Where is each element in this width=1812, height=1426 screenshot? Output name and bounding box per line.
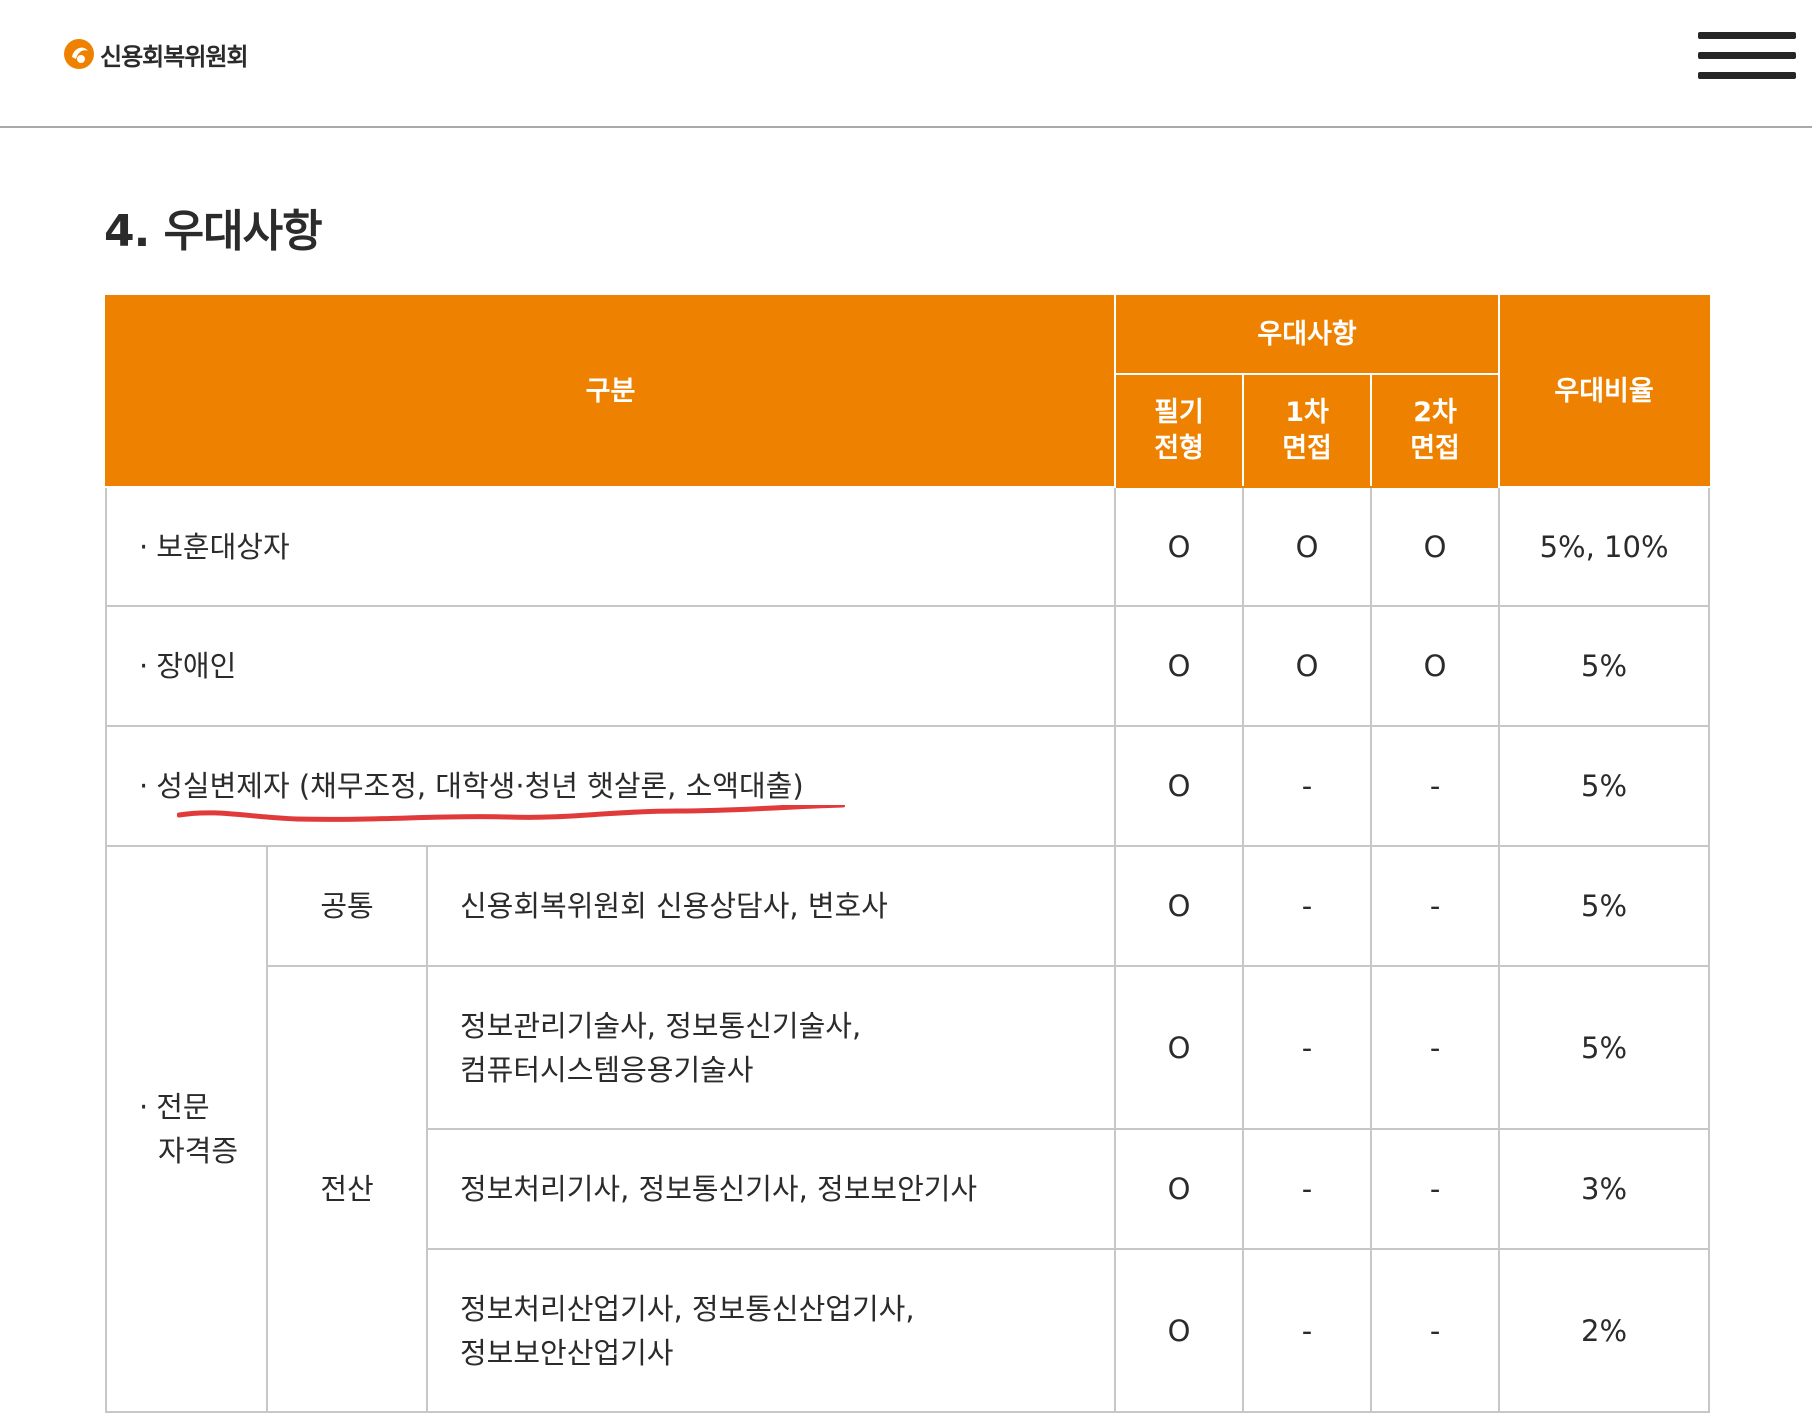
cert-item: 정보관리기술사, 정보통신기술사, 컴퓨터시스템응용기술사 — [425, 965, 1117, 1130]
cell-interview2: - — [1370, 1248, 1501, 1413]
cell-interview1: - — [1242, 1248, 1373, 1413]
cert-category-line1: 전문 — [156, 1090, 210, 1124]
cell-rate: 5% — [1498, 605, 1711, 727]
table-row: · 장애인 O O O 5% — [104, 605, 1711, 727]
site-logo[interactable]: 신용회복위원회 — [62, 34, 249, 74]
cell-rate: 5%, 10% — [1498, 486, 1711, 607]
top-header: 신용회복위원회 — [0, 0, 1812, 128]
header-written-line1: 필기 — [1154, 396, 1204, 428]
cell-written: O — [1114, 1248, 1245, 1413]
header-interview2-line1: 2차 — [1413, 396, 1457, 428]
header-written-line2: 전형 — [1154, 432, 1204, 464]
cell-rate: 5% — [1498, 845, 1711, 967]
bullet: · — [139, 769, 149, 803]
bullet: · — [139, 649, 149, 683]
cell-interview2: - — [1370, 1128, 1501, 1250]
cell-interview1: - — [1242, 965, 1373, 1130]
cert-item: 신용회복위원회 신용상담사, 변호사 — [425, 845, 1117, 967]
cell-rate: 2% — [1498, 1248, 1711, 1413]
cert-category-line2: 자격증 — [158, 1134, 239, 1168]
cell-written: O — [1114, 725, 1245, 847]
cell-interview1: O — [1242, 605, 1373, 727]
logo-text: 신용회복위원회 — [100, 42, 249, 71]
header-rate: 우대비율 — [1498, 295, 1711, 488]
table-row: · 전문 자격증 공통 신용회복위원회 신용상담사, 변호사 O - - 5% — [105, 845, 1711, 1413]
cell-interview2: - — [1370, 845, 1501, 967]
header-category: 구분 — [104, 295, 1117, 488]
cell-written: O — [1114, 1128, 1245, 1250]
cell-written: O — [1114, 605, 1245, 727]
cert-item-line2: 정보보안산업기사 — [460, 1335, 674, 1370]
cert-group-common: 공통 — [266, 845, 428, 967]
header-written: 필기 전형 — [1114, 373, 1245, 488]
cell-written: O — [1114, 845, 1245, 967]
cert-item: 정보처리기사, 정보통신기사, 정보보안기사 — [425, 1128, 1117, 1250]
header-interview1: 1차 면접 — [1242, 373, 1373, 488]
hamburger-menu-icon[interactable] — [1696, 30, 1800, 82]
row-category-text: 장애인 — [156, 649, 237, 683]
table-row: · 성실변제자 (채무조정, 대학생·청년 햇살론, 소액대출) O - - 5% — [104, 725, 1711, 847]
header-interview2-line2: 면접 — [1410, 432, 1460, 464]
cert-item-line2: 컴퓨터시스템응용기술사 — [460, 1052, 754, 1087]
bullet: · — [139, 1090, 149, 1124]
bullet: · — [139, 529, 149, 564]
logo-mark-icon — [64, 39, 94, 69]
cell-rate: 3% — [1498, 1128, 1711, 1250]
cell-interview2: - — [1370, 965, 1501, 1130]
section-title: 4. 우대사항 — [104, 206, 323, 257]
cell-interview1: O — [1242, 486, 1373, 607]
table-row: · 보훈대상자 O O O 5%, 10% — [104, 486, 1711, 607]
row-category: · 보훈대상자 — [104, 486, 1117, 607]
row-category-text: 성실변제자 (채무조정, 대학생·청년 햇살론, 소액대출) — [156, 769, 804, 803]
header-benefit-group: 우대사항 — [1114, 295, 1501, 375]
cell-rate: 5% — [1498, 965, 1711, 1130]
cell-interview1: - — [1242, 1128, 1373, 1250]
header-interview1-line2: 면접 — [1282, 432, 1332, 464]
cell-rate: 5% — [1498, 725, 1711, 847]
cell-interview2: - — [1370, 725, 1501, 847]
cell-interview2: O — [1370, 605, 1501, 727]
cert-item-line1: 정보처리산업기사, 정보통신산업기사, — [460, 1291, 915, 1326]
cert-item: 정보처리산업기사, 정보통신산업기사, 정보보안산업기사 — [425, 1248, 1117, 1413]
header-interview1-line1: 1차 — [1285, 396, 1329, 428]
cell-interview2: O — [1370, 486, 1501, 607]
row-category: · 성실변제자 (채무조정, 대학생·청년 햇살론, 소액대출) — [104, 725, 1117, 847]
red-underline-annotation — [177, 805, 845, 822]
table-row: 전산 정보관리기술사, 정보통신기술사, 컴퓨터시스템응용기술사 O - - 5… — [106, 965, 1711, 1413]
row-category: · 장애인 — [104, 605, 1117, 727]
cert-category: · 전문 자격증 — [105, 845, 268, 1413]
cert-item-line1: 정보관리기술사, 정보통신기술사, — [460, 1008, 862, 1043]
benefit-table: 구분 우대사항 우대비율 필기 전형 1차 면접 2차 면접 ·보훈대상자 O — [104, 295, 1711, 1413]
row-category-text: 보훈대상자 — [156, 529, 290, 564]
cell-interview1: - — [1242, 845, 1373, 967]
cert-group-it: 전산 — [266, 965, 428, 1413]
cell-interview1: - — [1242, 725, 1373, 847]
cell-written: O — [1114, 486, 1245, 607]
cell-written: O — [1114, 965, 1245, 1130]
header-interview2: 2차 면접 — [1370, 373, 1501, 488]
